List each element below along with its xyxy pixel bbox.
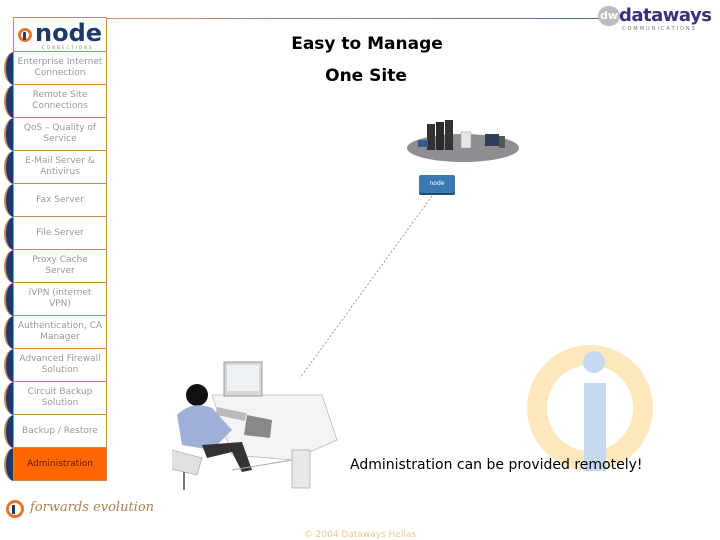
pc-tower-icon	[291, 449, 311, 489]
diagram-caption: Administration can be provided remotely!	[350, 457, 643, 473]
server-rack-icon	[427, 124, 435, 150]
workstation-icon	[499, 136, 505, 148]
copyright-text: © 2004 Dataways Hellas	[303, 530, 417, 540]
person-head-icon	[186, 384, 208, 406]
node-router-icon: node	[419, 175, 455, 193]
monitor-screen-icon	[227, 365, 259, 391]
server-rack-icon	[436, 122, 444, 150]
server-site-illustration	[407, 120, 519, 162]
administrator-workstation-illustration	[172, 361, 338, 490]
server-rack-icon	[445, 120, 453, 150]
server-tower-icon	[460, 131, 472, 149]
monitor-icon	[485, 134, 499, 146]
chair-icon	[172, 449, 203, 476]
laptop-icon	[418, 140, 428, 147]
